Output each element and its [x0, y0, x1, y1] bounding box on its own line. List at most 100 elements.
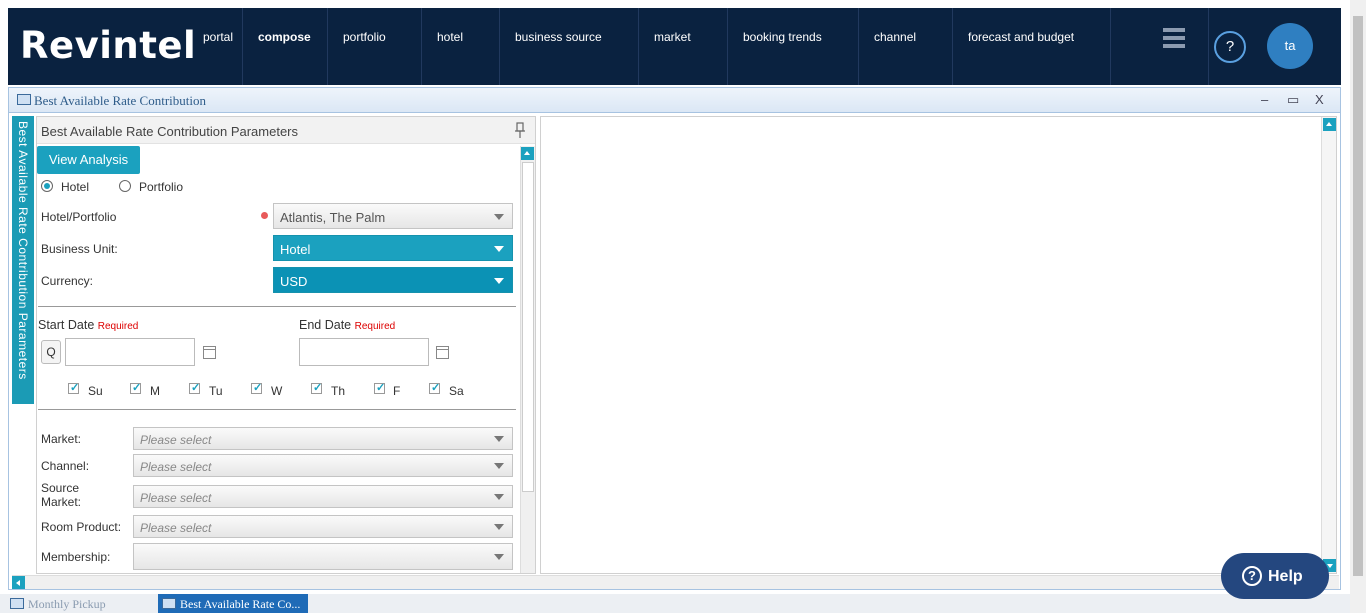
day-checkbox-w[interactable] — [251, 381, 262, 394]
calendar-icon[interactable] — [436, 346, 449, 359]
nav-item-portfolio[interactable]: portfolio — [328, 8, 422, 85]
nav-item-booking-trends[interactable]: booking trends — [728, 8, 859, 85]
source-market-select[interactable]: Please select — [133, 485, 513, 508]
divider — [38, 409, 516, 410]
day-label: W — [271, 384, 283, 398]
taskbar-item-best-available-rate[interactable]: Best Available Rate Co... — [158, 594, 308, 613]
question-icon: ? — [1242, 566, 1262, 586]
membership-select[interactable] — [133, 543, 513, 570]
content-scrollbar[interactable] — [1321, 117, 1336, 573]
required-text: Required — [354, 321, 396, 332]
market-label: Market: — [41, 432, 82, 446]
page-scrollbar[interactable] — [1350, 0, 1366, 613]
day-label: Sa — [449, 384, 464, 398]
nav-item-hotel[interactable]: hotel — [422, 8, 500, 85]
taskbar-item-monthly-pickup[interactable]: Monthly Pickup — [6, 594, 156, 613]
window-titlebar[interactable]: Best Available Rate Contribution – ▭ X — [9, 88, 1340, 113]
logo[interactable]: Revintel — [20, 24, 196, 67]
required-indicator — [261, 212, 268, 219]
page-scrollbar-thumb[interactable] — [1353, 16, 1363, 576]
scrollbar-thumb[interactable] — [522, 162, 534, 492]
chevron-down-icon — [494, 554, 504, 560]
help-button[interactable]: ? Help — [1221, 553, 1329, 599]
parameters-panel: Best Available Rate Contribution Paramet… — [36, 116, 536, 574]
business-unit-select[interactable]: Hotel — [273, 235, 513, 261]
chevron-down-icon — [494, 494, 504, 500]
hotel-portfolio-select[interactable]: Atlantis, The Palm — [273, 203, 513, 229]
hotel-portfolio-label: Hotel/Portfolio — [41, 210, 117, 224]
chevron-down-icon — [494, 524, 504, 530]
end-date-input[interactable] — [299, 338, 429, 366]
quick-date-button[interactable]: Q — [41, 340, 61, 364]
close-button[interactable]: X — [1315, 92, 1324, 107]
scroll-left-icon[interactable] — [12, 576, 25, 589]
room-product-label: Room Product: — [41, 520, 122, 534]
day-label: Su — [88, 384, 103, 398]
panel-header: Best Available Rate Contribution Paramet… — [37, 117, 535, 144]
market-select[interactable]: Please select — [133, 427, 513, 450]
minimize-button[interactable]: – — [1261, 92, 1268, 107]
horizontal-scrollbar[interactable] — [12, 575, 1339, 589]
panel-scrollbar[interactable] — [520, 146, 535, 573]
scroll-up-icon[interactable] — [521, 147, 534, 160]
scroll-up-icon[interactable] — [1323, 118, 1336, 131]
avatar[interactable]: ta — [1267, 23, 1313, 69]
help-icon[interactable]: ? — [1214, 31, 1246, 63]
room-product-select[interactable]: Please select — [133, 515, 513, 538]
portfolio-radio-label: Portfolio — [139, 180, 184, 194]
required-text: Required — [97, 321, 139, 332]
day-checkbox-m[interactable] — [130, 381, 141, 394]
nav-item-business-source[interactable]: business source — [500, 8, 639, 85]
menu-button[interactable] — [1119, 8, 1209, 85]
start-date-label: Start Date Required — [38, 318, 139, 332]
chevron-down-icon — [494, 278, 504, 284]
window-title: Best Available Rate Contribution — [34, 93, 206, 108]
hamburger-icon — [1163, 28, 1185, 48]
nav-item-portal[interactable]: portal — [188, 8, 243, 85]
hotel-radio-label: Hotel — [61, 180, 90, 194]
start-date-input[interactable] — [65, 338, 195, 366]
calendar-icon[interactable] — [203, 346, 216, 359]
chevron-down-icon — [494, 463, 504, 469]
chevron-down-icon — [494, 214, 504, 220]
side-tab-label: Best Available Rate Contribution Paramet… — [16, 121, 30, 380]
divider — [38, 306, 516, 307]
parameters-side-tab[interactable]: Best Available Rate Contribution Paramet… — [12, 116, 34, 404]
nav-item-compose[interactable]: compose — [243, 8, 328, 85]
membership-label: Membership: — [41, 550, 111, 564]
pin-icon[interactable] — [515, 122, 525, 138]
hotel-radio[interactable] — [41, 180, 53, 192]
analysis-content-area — [540, 116, 1337, 574]
panel-title: Best Available Rate Contribution Paramet… — [41, 124, 299, 139]
nav-item-forecast-and-budget[interactable]: forecast and budget — [953, 8, 1111, 85]
day-label: Th — [331, 384, 346, 398]
currency-label: Currency: — [41, 274, 94, 288]
source-market-label: Source Market: — [41, 481, 82, 509]
channel-select[interactable]: Please select — [133, 454, 513, 477]
window-icon — [10, 598, 24, 609]
chevron-down-icon — [494, 246, 504, 252]
window-icon — [162, 598, 176, 609]
day-label: F — [393, 384, 401, 398]
day-label: Tu — [209, 384, 223, 398]
day-checkbox-f[interactable] — [374, 381, 385, 394]
top-nav-bar: Revintel portal compose portfolio hotel … — [8, 8, 1341, 85]
business-unit-label: Business Unit: — [41, 242, 118, 256]
day-checkbox-th[interactable] — [311, 381, 322, 394]
chevron-down-icon — [494, 436, 504, 442]
currency-select[interactable]: USD — [273, 267, 513, 293]
window-taskbar: Monthly Pickup Best Available Rate Co... — [0, 594, 1350, 613]
day-checkbox-tu[interactable] — [189, 381, 200, 394]
day-checkbox-su[interactable] — [68, 381, 79, 394]
view-analysis-button[interactable]: View Analysis — [37, 146, 140, 174]
maximize-button[interactable]: ▭ — [1287, 92, 1299, 108]
day-checkbox-sa[interactable] — [429, 381, 440, 394]
channel-label: Channel: — [41, 459, 90, 473]
end-date-label: End Date Required — [299, 318, 396, 332]
window-icon — [17, 94, 31, 105]
nav-item-channel[interactable]: channel — [859, 8, 953, 85]
analysis-window: Best Available Rate Contribution – ▭ X B… — [8, 87, 1341, 590]
day-label: M — [150, 384, 160, 398]
nav-item-market[interactable]: market — [639, 8, 728, 85]
portfolio-radio[interactable] — [119, 180, 131, 192]
